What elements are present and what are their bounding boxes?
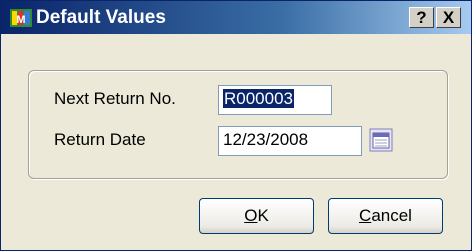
ok-label-rest: K [257, 206, 269, 225]
next-return-no-value: R000003 [223, 89, 295, 108]
next-return-no-label: Next Return No. [54, 89, 176, 108]
svg-text:M: M [16, 14, 25, 26]
window-title: Default Values [36, 7, 166, 28]
calendar-icon[interactable] [369, 128, 393, 152]
default-values-dialog: M Default Values ? X Next Return No. R00… [0, 0, 472, 251]
ok-accelerator: O [244, 206, 258, 225]
app-icon: M [10, 9, 32, 27]
ok-button[interactable]: OK [199, 198, 314, 234]
close-button[interactable]: X [436, 7, 461, 28]
next-return-no-input[interactable]: R000003 [218, 85, 332, 115]
return-date-label: Return Date [54, 130, 146, 149]
cancel-button[interactable]: Cancel [328, 198, 443, 234]
cancel-label-rest: ancel [371, 206, 412, 225]
title-bar[interactable]: M Default Values ? X [1, 1, 471, 34]
return-date-input[interactable]: 12/23/2008 [218, 126, 362, 156]
cancel-accelerator: C [359, 206, 372, 225]
help-button[interactable]: ? [409, 7, 434, 28]
